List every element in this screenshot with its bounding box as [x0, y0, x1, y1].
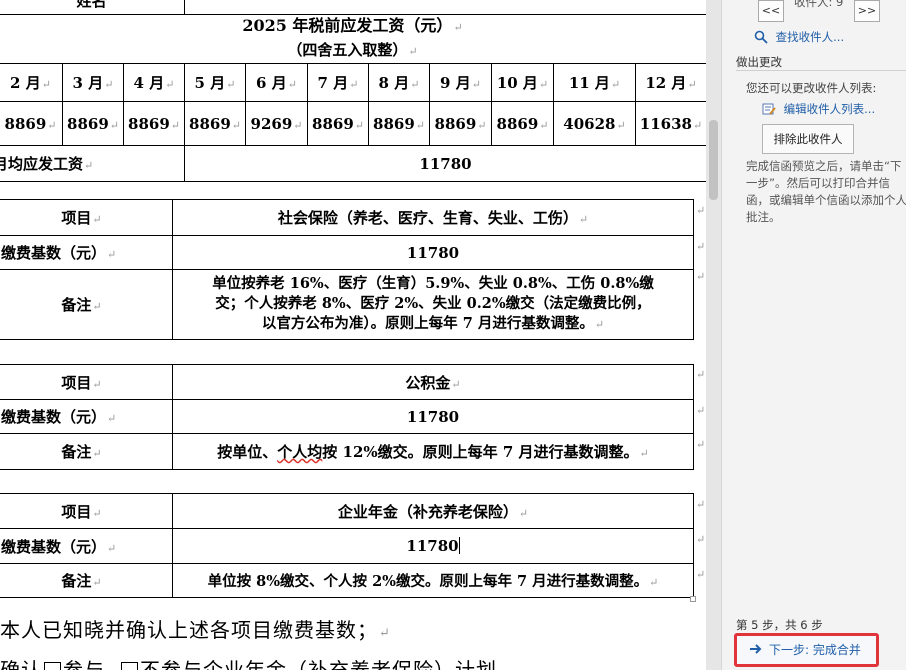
fund-base-label: 缴费基数（元）↵ — [0, 399, 173, 434]
social-note-line: 单位按养老 16%、医疗（生育）5.9%、失业 0.8%、工伤 0.8%缴 — [212, 275, 654, 292]
row-end-mark: ↵ — [696, 240, 706, 253]
not-participate-checkbox[interactable] — [121, 662, 138, 670]
find-recipient-link[interactable]: 查找收件人... — [776, 30, 844, 44]
social-name: 社会保险（养老、医疗、生育、失业、工伤）↵ — [172, 199, 694, 236]
avg-label: 月均应发工资 — [0, 155, 84, 173]
mail-merge-pane: << 收件人: 9 >> 查找收件人... 做出更改 您还可以更改收件人列表: … — [706, 0, 906, 670]
housing-fund-table: 项目↵ 公积金↵ 缴费基数（元）↵ 11780 备注↵ 按单位、个人均按 12%… — [0, 364, 694, 470]
edit-list-icon — [762, 102, 776, 116]
social-insurance-table: 项目↵ 社会保险（养老、医疗、生育、失业、工伤）↵ 缴费基数（元）↵ 11780… — [0, 199, 694, 340]
month-cell: 2 月↵ — [0, 63, 63, 102]
annuity-item-label: 项目↵ — [0, 493, 173, 529]
row-end-mark: ↵ — [696, 270, 706, 283]
edit-recipient-row[interactable]: 编辑收件人列表... — [762, 101, 875, 117]
annuity-base-value[interactable]: 11780 — [172, 528, 694, 564]
salary-title-cell: 2025 年税前应发工资（元）↵ （四舍五入取整）↵ — [0, 14, 706, 64]
amount-cell: 11638↵ — [635, 101, 706, 146]
edit-recipient-link[interactable]: 编辑收件人列表... — [784, 102, 875, 116]
amount-cell: 8869↵ — [368, 101, 430, 146]
table-resize-handle[interactable] — [690, 596, 696, 602]
row-end-mark: ↵ — [696, 368, 706, 381]
amount-cell: 8869↵ — [491, 101, 554, 146]
participate-checkbox[interactable] — [44, 662, 61, 670]
section-title: 做出更改 — [736, 55, 782, 69]
section-divider — [736, 70, 906, 71]
text-cursor — [458, 537, 460, 554]
month-cell: 12 月↵ — [635, 63, 706, 102]
amount-cell: 8869↵ — [62, 101, 124, 146]
salary-subtitle: （四舍五入取整）↵ — [287, 41, 418, 59]
social-item-label: 项目↵ — [0, 199, 173, 236]
row-end-mark: ↵ — [696, 204, 706, 217]
scrollbar-thumb[interactable] — [709, 120, 718, 200]
annuity-name: 企业年金（补充养老保险）↵ — [172, 493, 694, 529]
recipient-counter: 收件人: 9 — [794, 0, 844, 9]
amount-cell: 8869↵ — [429, 101, 492, 146]
month-cell: 6 月↵ — [245, 63, 308, 102]
amount-cell: 9269↵ — [245, 101, 308, 146]
document-area[interactable]: 姓名 2025 年税前应发工资（元）↵ （四舍五入取整）↵ 2 月↵ 3 月↵ … — [0, 0, 706, 670]
avg-value: 11780 — [419, 154, 472, 173]
amount-cell: 8869↵ — [123, 101, 185, 146]
arrow-right-icon — [749, 637, 763, 654]
salary-title: 2025 年税前应发工资（元）↵ — [242, 16, 463, 35]
row-end-mark: ↵ — [696, 568, 706, 581]
months-row: 2 月↵ 3 月↵ 4 月↵ 5 月↵ 6 月↵ 7 月↵ 8 月↵ 9 月↵ … — [0, 63, 706, 102]
month-cell: 4 月↵ — [123, 63, 185, 102]
social-base-value: 11780 — [172, 235, 694, 270]
row-end-mark: ↵ — [696, 404, 706, 417]
social-note-line: 交；个人按养老 8%、医疗 2%、失业 0.2%缴交（法定缴费比例， — [215, 295, 651, 312]
info-text: 完成信函预览之后，请单击“下一步”。然后可以打印合并信函，或编辑单个信函以添加个… — [746, 159, 906, 224]
top-label-cell: 姓名 — [0, 0, 185, 15]
step-indicator: 第 5 步，共 6 步 — [736, 618, 823, 632]
confirm-paragraph: 本人已知晓并确认上述各项目缴费基数；↵ — [0, 618, 391, 642]
social-base-label: 缴费基数（元）↵ — [0, 235, 173, 270]
top-label: 姓名 — [76, 0, 107, 10]
month-cell: 10 月↵ — [491, 63, 554, 102]
annuity-base-label: 缴费基数（元）↵ — [0, 528, 173, 564]
annuity-table: 项目↵ 企业年金（补充养老保险）↵ 缴费基数（元）↵ 11780 备注↵ 单位按… — [0, 493, 694, 598]
month-cell: 11 月↵ — [553, 63, 636, 102]
amount-cell: 8869↵ — [307, 101, 369, 146]
avg-label-cell: 月均应发工资↵ — [0, 145, 185, 182]
change-hint: 您还可以更改收件人列表: — [746, 81, 877, 95]
social-note-line: 以官方公布为准）。原则上每年 7 月进行基数调整。↵ — [261, 315, 605, 332]
exclude-recipient-button[interactable]: 排除此收件人 — [762, 124, 854, 154]
participation-line: 确认 参与 不参与企业年金（补充养老保险）计划 — [0, 654, 497, 670]
row-end-mark: ↵ — [696, 498, 706, 511]
amount-cell: 40628↵ — [553, 101, 636, 146]
find-recipient-icon — [754, 30, 768, 44]
fund-base-value: 11780 — [172, 399, 694, 434]
month-cell: 7 月↵ — [307, 63, 369, 102]
amount-cell: 8869↵ — [184, 101, 246, 146]
top-value-cell[interactable] — [184, 0, 706, 15]
month-cell: 5 月↵ — [184, 63, 246, 102]
annuity-note: 单位按 8%缴交、个人按 2%缴交。原则上每年 7 月进行基数调整。↵ — [172, 563, 694, 598]
amount-cell: 8869↵ — [0, 101, 63, 146]
find-recipient-row[interactable]: 查找收件人... — [754, 29, 844, 45]
fund-note-label: 备注↵ — [0, 433, 173, 470]
next-recipient-button[interactable]: >> — [854, 0, 880, 22]
fund-name: 公积金↵ — [172, 364, 694, 400]
month-cell: 3 月↵ — [62, 63, 124, 102]
previous-recipient-button[interactable]: << — [758, 0, 784, 22]
avg-value-cell: 11780 — [184, 145, 706, 182]
fund-note: 按单位、个人均按 12%缴交。原则上每年 7 月进行基数调整。↵ — [172, 433, 694, 470]
spellcheck-underline[interactable]: 个人均 — [277, 443, 322, 461]
social-note: 单位按养老 16%、医疗（生育）5.9%、失业 0.8%、工伤 0.8%缴 交；… — [172, 269, 694, 340]
row-end-mark: ↵ — [696, 438, 706, 451]
next-step-finish-merge-button[interactable]: 下一步: 完成合并 — [734, 633, 879, 667]
annuity-note-label: 备注↵ — [0, 563, 173, 598]
month-cell: 8 月↵ — [368, 63, 430, 102]
salary-table: 姓名 2025 年税前应发工资（元）↵ （四舍五入取整）↵ 2 月↵ 3 月↵ … — [0, 0, 706, 182]
row-end-mark: ↵ — [696, 533, 706, 546]
social-note-label: 备注↵ — [0, 269, 173, 340]
amounts-row: 8869↵ 8869↵ 8869↵ 8869↵ 9269↵ 8869↵ 8869… — [0, 101, 706, 146]
month-cell: 9 月↵ — [429, 63, 492, 102]
fund-item-label: 项目↵ — [0, 364, 173, 400]
document-scrollbar[interactable] — [706, 0, 722, 670]
